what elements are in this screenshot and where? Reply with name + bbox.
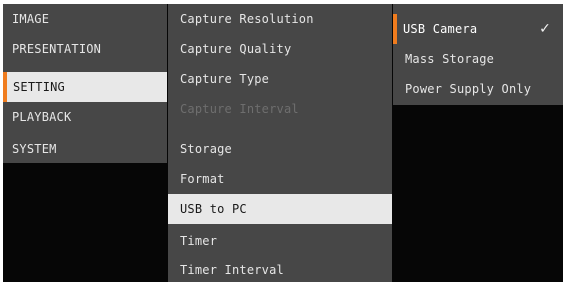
usb-option-usb-camera[interactable]: USB Camera ✓ bbox=[393, 14, 563, 44]
setting-item-capture-quality[interactable]: Capture Quality bbox=[168, 34, 392, 64]
setting-submenu: Capture Resolution Capture Quality Captu… bbox=[168, 4, 392, 282]
main-menu-item-system[interactable]: SYSTEM bbox=[3, 134, 167, 164]
setting-item-usb-to-pc[interactable]: USB to PC bbox=[168, 194, 392, 224]
setting-item-label: Format bbox=[180, 172, 225, 186]
main-menu-item-setting[interactable]: SETTING bbox=[3, 72, 167, 102]
main-menu-item-presentation[interactable]: PRESENTATION bbox=[3, 34, 167, 64]
osd-menu: IMAGE PRESENTATION SETTING PLAYBACK SYST… bbox=[3, 4, 563, 282]
usb-option-power-supply-only[interactable]: Power Supply Only bbox=[393, 74, 563, 104]
setting-item-label: Storage bbox=[180, 142, 232, 156]
main-menu-item-label: SYSTEM bbox=[12, 142, 57, 156]
usb-option-label: Mass Storage bbox=[405, 52, 495, 66]
main-menu-item-label: IMAGE bbox=[12, 12, 50, 26]
main-menu-item-label: PRESENTATION bbox=[12, 42, 102, 56]
setting-item-label: Capture Quality bbox=[180, 42, 292, 56]
screen: IMAGE PRESENTATION SETTING PLAYBACK SYST… bbox=[0, 0, 568, 285]
setting-item-label: USB to PC bbox=[180, 202, 247, 216]
main-menu-item-playback[interactable]: PLAYBACK bbox=[3, 102, 167, 132]
usb-to-pc-submenu: USB Camera ✓ Mass Storage Power Supply O… bbox=[393, 4, 563, 105]
setting-item-label: Capture Type bbox=[180, 72, 270, 86]
setting-item-timer-interval[interactable]: Timer Interval bbox=[168, 255, 392, 282]
setting-item-capture-interval: Capture Interval bbox=[168, 94, 392, 124]
main-menu-item-image[interactable]: IMAGE bbox=[3, 4, 167, 34]
checkmark-icon: ✓ bbox=[539, 21, 551, 37]
setting-item-capture-type[interactable]: Capture Type bbox=[168, 64, 392, 94]
setting-item-label: Capture Resolution bbox=[180, 12, 314, 26]
usb-option-label: Power Supply Only bbox=[405, 82, 532, 96]
main-menu-item-label: SETTING bbox=[13, 80, 65, 94]
main-menu: IMAGE PRESENTATION SETTING PLAYBACK SYST… bbox=[3, 4, 167, 163]
main-menu-item-label: PLAYBACK bbox=[12, 110, 72, 124]
setting-item-label: Timer bbox=[180, 234, 218, 248]
setting-item-label: Timer Interval bbox=[180, 263, 284, 277]
setting-item-timer[interactable]: Timer bbox=[168, 226, 392, 256]
setting-item-storage[interactable]: Storage bbox=[168, 134, 392, 164]
usb-option-mass-storage[interactable]: Mass Storage bbox=[393, 44, 563, 74]
setting-item-format[interactable]: Format bbox=[168, 164, 392, 194]
usb-option-label: USB Camera bbox=[403, 22, 478, 36]
setting-item-label: Capture Interval bbox=[180, 102, 299, 116]
setting-item-capture-resolution[interactable]: Capture Resolution bbox=[168, 4, 392, 34]
